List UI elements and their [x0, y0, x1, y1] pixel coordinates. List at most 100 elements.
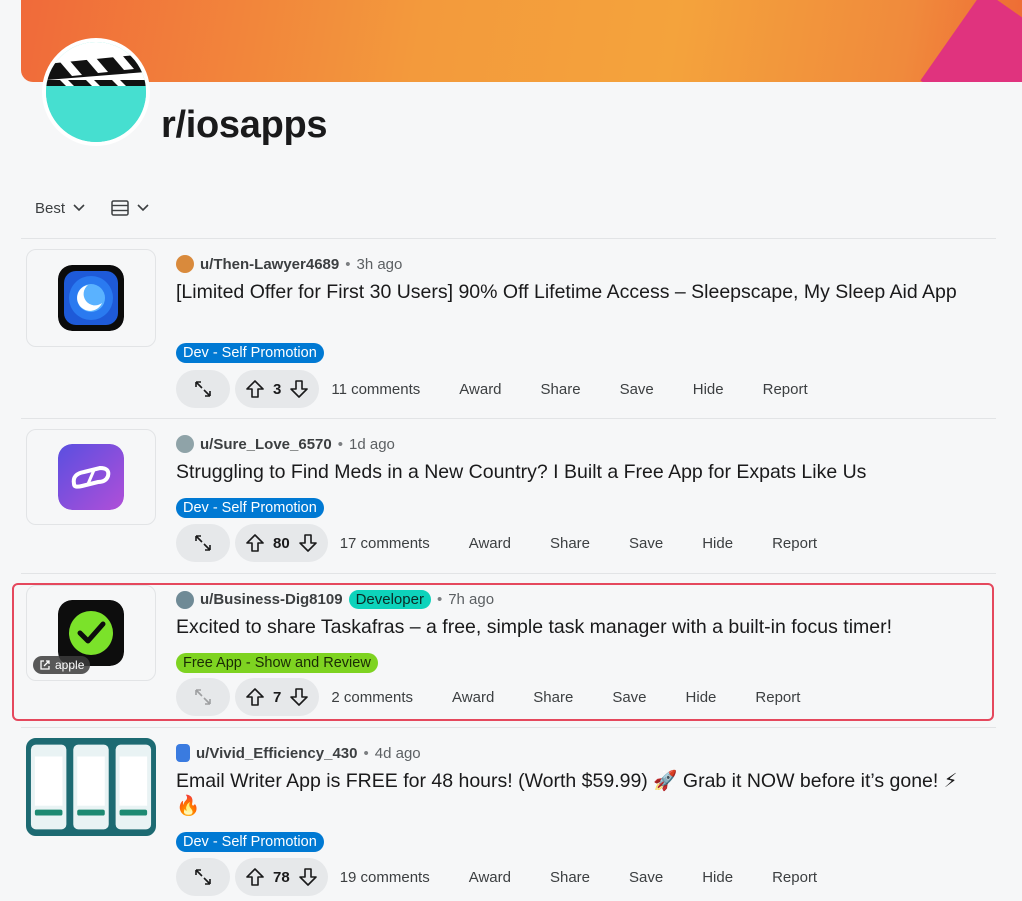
expand-button[interactable]	[176, 370, 230, 408]
comments-button[interactable]: 19 comments	[340, 869, 430, 886]
separator: •	[436, 591, 443, 608]
hide-button[interactable]: Hide	[702, 869, 733, 886]
post-title[interactable]: [Limited Offer for First 30 Users] 90% O…	[176, 280, 976, 305]
hide-button[interactable]: Hide	[686, 689, 717, 706]
post-actions: 80 17 comments Award Share Save Hide Rep…	[176, 524, 817, 562]
save-button[interactable]: Save	[629, 535, 663, 552]
divider	[21, 727, 996, 728]
sort-dropdown[interactable]: Best	[35, 200, 85, 217]
subreddit-avatar[interactable]	[42, 38, 150, 146]
expand-arrows-icon	[195, 689, 211, 705]
post-meta: u/Business-Dig8109 Developer • 7h ago	[176, 590, 494, 609]
save-button[interactable]: Save	[620, 381, 654, 398]
post-card[interactable]: u/Sure_Love_6570 • 1d ago Struggling to …	[21, 429, 996, 569]
user-avatar-icon[interactable]	[176, 435, 194, 453]
award-button[interactable]: Award	[469, 535, 511, 552]
share-button[interactable]: Share	[533, 689, 573, 706]
award-button[interactable]: Award	[452, 689, 494, 706]
sort-bar: Best	[35, 198, 149, 218]
expand-arrows-icon	[195, 869, 211, 885]
post-time: 1d ago	[349, 435, 395, 453]
upvote-arrow-icon[interactable]	[245, 867, 265, 887]
post-flair[interactable]: Dev - Self Promotion	[176, 498, 324, 518]
post-flair[interactable]: Dev - Self Promotion	[176, 343, 324, 363]
external-link-icon	[40, 660, 50, 670]
share-button[interactable]: Share	[550, 535, 590, 552]
post-author[interactable]: u/Vivid_Efficiency_430	[196, 745, 357, 762]
separator: •	[363, 744, 369, 762]
view-dropdown[interactable]	[111, 200, 149, 216]
comments-button[interactable]: 17 comments	[340, 535, 430, 552]
expand-button[interactable]	[176, 678, 230, 716]
link-domain: apple	[55, 658, 85, 672]
vote-control: 80	[235, 524, 328, 562]
post-title[interactable]: Struggling to Find Meds in a New Country…	[176, 460, 976, 485]
downvote-arrow-icon[interactable]	[298, 533, 318, 553]
post-time: 4d ago	[374, 744, 421, 762]
divider	[21, 573, 996, 574]
share-button[interactable]: Share	[550, 869, 590, 886]
expand-button[interactable]	[176, 858, 230, 896]
expand-arrows-icon	[195, 535, 211, 551]
post-title[interactable]: Excited to share Taskafras – a free, sim…	[176, 615, 976, 640]
vote-control: 78	[235, 858, 328, 896]
vote-count: 80	[273, 534, 290, 552]
user-flair: Developer	[348, 590, 431, 609]
upvote-arrow-icon[interactable]	[245, 379, 265, 399]
post-author[interactable]: u/Sure_Love_6570	[200, 436, 332, 453]
post-card[interactable]: u/Vivid_Efficiency_430 • 4d ago Email Wr…	[21, 738, 996, 898]
upvote-arrow-icon[interactable]	[245, 533, 265, 553]
downvote-arrow-icon[interactable]	[289, 687, 309, 707]
report-button[interactable]: Report	[755, 689, 800, 706]
comments-button[interactable]: 11 comments	[331, 381, 420, 398]
hide-button[interactable]: Hide	[702, 535, 733, 552]
post-flair[interactable]: Free App - Show and Review	[176, 653, 378, 673]
expand-button[interactable]	[176, 524, 230, 562]
clapperboard-icon	[46, 42, 146, 142]
post-thumbnail[interactable]	[26, 249, 156, 347]
report-button[interactable]: Report	[772, 869, 817, 886]
downvote-arrow-icon[interactable]	[298, 867, 318, 887]
external-link-badge[interactable]: apple	[33, 656, 91, 674]
post-author[interactable]: u/Then-Lawyer4689	[200, 256, 339, 273]
user-avatar-icon[interactable]	[176, 255, 194, 273]
downvote-arrow-icon[interactable]	[289, 379, 309, 399]
vote-control: 3	[235, 370, 320, 408]
post-actions: 3 11 comments Award Share Save Hide Repo…	[176, 370, 808, 408]
post-author[interactable]: u/Business-Dig8109	[200, 591, 343, 608]
post-card[interactable]: u/Then-Lawyer4689 • 3h ago [Limited Offe…	[21, 249, 996, 409]
vote-count: 7	[273, 688, 282, 706]
post-thumbnail[interactable]	[26, 738, 156, 836]
pill-app-icon	[58, 444, 124, 510]
post-time: 3h ago	[356, 255, 403, 273]
user-avatar-icon[interactable]	[176, 744, 190, 762]
award-button[interactable]: Award	[459, 381, 501, 398]
expand-arrows-icon	[195, 381, 211, 397]
award-button[interactable]: Award	[469, 869, 511, 886]
post-title[interactable]: Email Writer App is FREE for 48 hours! (…	[176, 769, 976, 819]
post-thumbnail[interactable]: apple	[26, 585, 156, 681]
comments-button[interactable]: 2 comments	[331, 689, 413, 706]
user-avatar-icon[interactable]	[176, 590, 194, 609]
hide-button[interactable]: Hide	[693, 381, 724, 398]
post-thumbnail[interactable]	[26, 429, 156, 525]
post-card-highlighted[interactable]: apple u/Business-Dig8109 Developer • 7h …	[12, 583, 994, 721]
upvote-arrow-icon[interactable]	[245, 687, 265, 707]
post-meta: u/Vivid_Efficiency_430 • 4d ago	[176, 744, 421, 762]
app-screenshots-image	[27, 739, 155, 835]
vote-control: 7	[235, 678, 320, 716]
vote-count: 78	[273, 868, 290, 886]
save-button[interactable]: Save	[629, 869, 663, 886]
report-button[interactable]: Report	[763, 381, 808, 398]
report-button[interactable]: Report	[772, 535, 817, 552]
post-flair[interactable]: Dev - Self Promotion	[176, 832, 324, 852]
moon-app-icon	[58, 265, 124, 331]
subreddit-title: r/iosapps	[161, 104, 328, 146]
card-view-icon	[111, 200, 129, 216]
save-button[interactable]: Save	[612, 689, 646, 706]
chevron-down-icon	[137, 204, 149, 212]
chevron-down-icon	[73, 204, 85, 212]
post-meta: u/Sure_Love_6570 • 1d ago	[176, 435, 395, 453]
share-button[interactable]: Share	[541, 381, 581, 398]
sort-label: Best	[35, 199, 66, 217]
